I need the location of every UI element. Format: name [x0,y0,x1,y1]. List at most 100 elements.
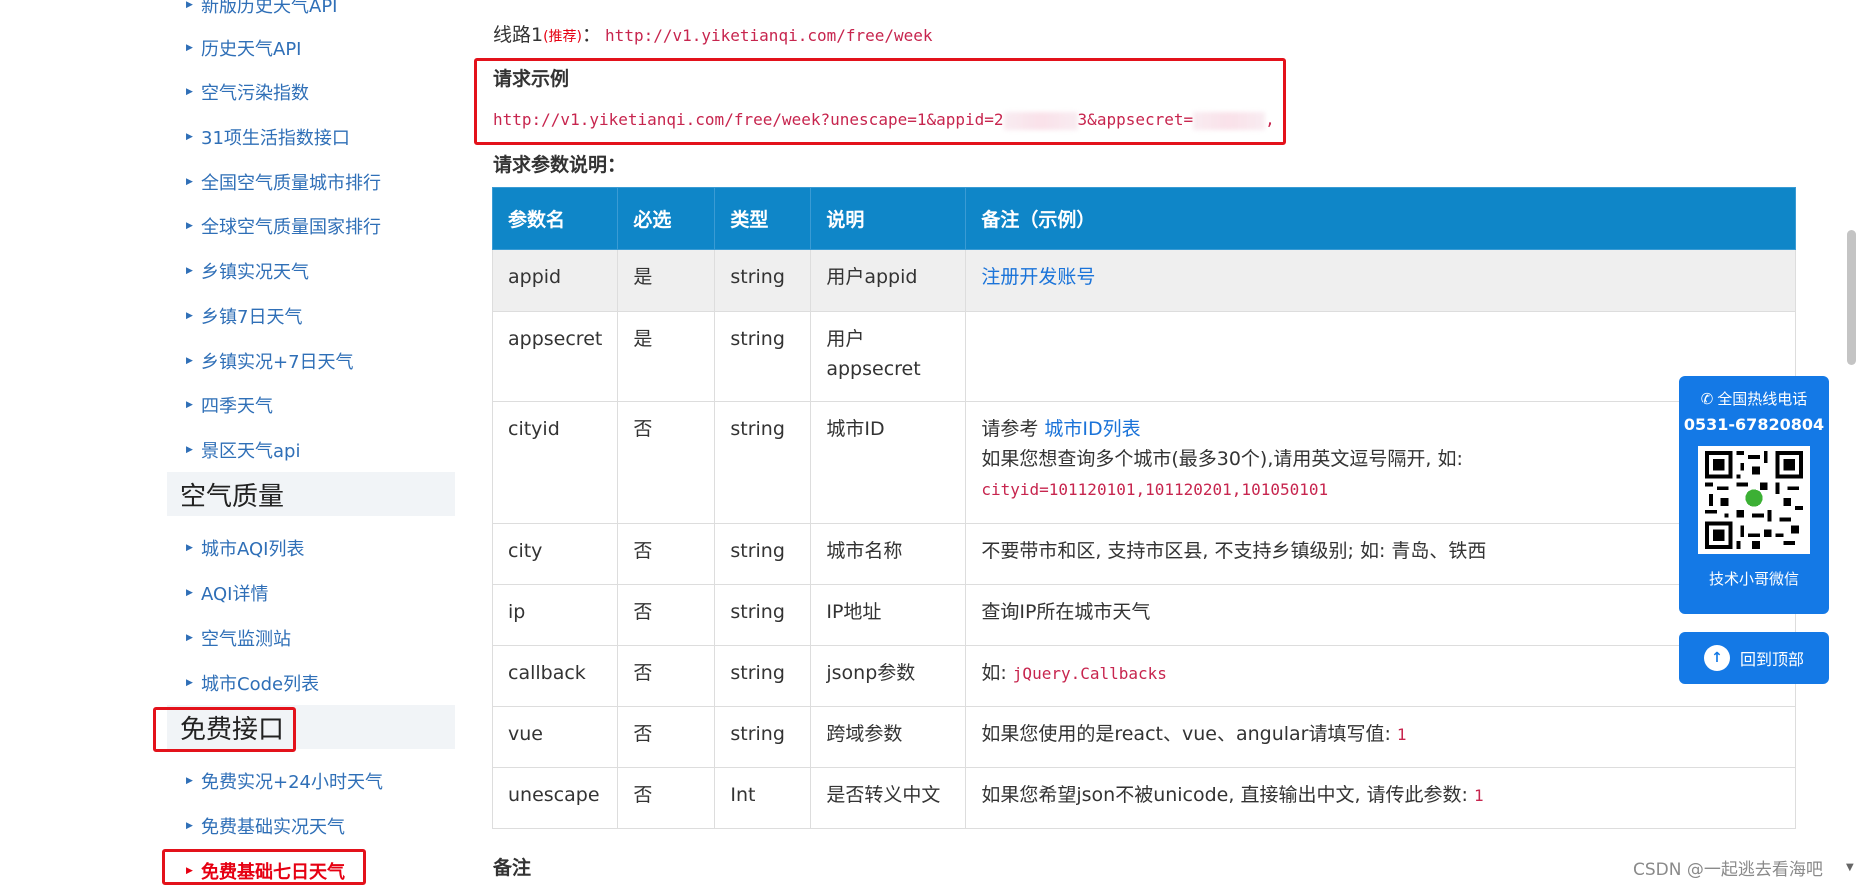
note-code: cityid=101120101,101120201,101050101 [981,480,1329,499]
caret-right-icon: ▶ [186,266,193,276]
note-text: 如果您希望json不被unicode, 直接输出中文, 请传此参数: [981,784,1474,806]
param-note: 注册开发账号 [965,249,1796,312]
table-header-cell: 备注（示例） [965,187,1796,250]
sidebar-item-label: 免费基础实况天气 [201,817,345,838]
sidebar-item-label: 全国空气质量城市排行 [201,173,381,194]
note-text: 如: [981,662,1013,684]
scroll-down-arrow-icon[interactable]: ▼ [1846,862,1854,873]
redacted-appsecret [1193,111,1266,130]
sidebar-item-label: 四季天气 [201,396,273,417]
register-account-link[interactable]: 注册开发账号 [981,266,1095,288]
param-note: 如: jQuery.Callbacks [965,645,1796,707]
note-text: 如果您使用的是react、vue、angular请填写值: [981,723,1397,745]
highlight-box-request-example [474,58,1286,145]
sidebar-item-aqi-detail[interactable]: ▶ AQI详情 [186,578,268,608]
sidebar-item-city-air-ranking[interactable]: ▶ 全国空气质量城市排行 [186,167,381,197]
caret-right-icon: ▶ [186,87,193,97]
sidebar-item-town-live-7day-weather[interactable]: ▶ 乡镇实况+7日天气 [186,346,354,376]
redacted-appid [1003,111,1078,130]
table-row: unescape 否 Int 是否转义中文 如果您希望json不被unicode… [491,767,1796,829]
recommended-tag: (推荐) [543,29,583,45]
sidebar-section-air-quality: 空气质量 [167,472,455,516]
param-desc: 跨域参数 [810,706,967,768]
sidebar-item-country-air-ranking[interactable]: ▶ 全球空气质量国家排行 [186,211,381,241]
sidebar-item-label: 历史天气API [201,39,302,60]
sidebar-item-city-code-list[interactable]: ▶ 城市Code列表 [186,668,319,698]
sidebar-item-label: 城市Code列表 [201,674,320,695]
sidebar-item-city-aqi-list[interactable]: ▶ 城市AQI列表 [186,533,304,563]
param-desc: 用户appid [810,249,967,312]
caret-right-icon: ▶ [186,43,193,53]
sidebar-item-season-weather[interactable]: ▶ 四季天气 [186,390,273,420]
table-row: appid 是 string 用户appid 注册开发账号 [491,249,1796,312]
table-row: ip 否 string IP地址 查询IP所在城市天气 [491,584,1796,646]
qr-code-icon [1705,451,1803,549]
caret-right-icon: ▶ [186,821,193,831]
sidebar-section-free-api: 免费接口 [167,705,455,749]
sidebar-item-label: 免费基础七日天气 [201,862,345,883]
param-required: 否 [617,706,716,768]
sidebar-item-town-7day-weather[interactable]: ▶ 乡镇7日天气 [186,301,302,331]
param-name: cityid [491,401,619,524]
caret-right-icon: ▶ [186,543,193,553]
csdn-watermark: CSDN @一起逃去看海吧 [1633,860,1823,880]
request-url-part: http://v1.yiketianqi.com/free/week?unesc… [493,110,1004,129]
param-type: string [714,523,812,585]
sidebar-item-town-live-weather[interactable]: ▶ 乡镇实况天气 [186,256,309,286]
sidebar-item-label: 空气污染指数 [201,83,309,104]
table-header-cell: 必选 [617,187,716,250]
caret-right-icon: ▶ [186,445,193,455]
scrollbar-thumb[interactable] [1847,230,1856,365]
route-label: 线路1 [493,24,544,46]
caret-right-icon: ▶ [186,177,193,187]
caret-right-icon: ▶ [186,0,193,10]
sidebar-item-label: 新版历史天气API [201,0,338,17]
caret-right-icon: ▶ [186,132,193,142]
sidebar-item-free-live-24h-weather[interactable]: ▶ 免费实况+24小时天气 [186,766,383,796]
arrow-up-icon: ↑ [1703,645,1730,671]
param-note [965,311,1796,402]
caret-right-icon: ▶ [186,311,193,321]
sidebar-item-label: 乡镇实况+7日天气 [201,352,354,373]
sidebar-item-free-basic-live-weather[interactable]: ▶ 免费基础实况天气 [186,811,345,841]
param-name: unescape [491,767,619,829]
main-content: 线路1 (推荐) ： http://v1.yiketianqi.com/free… [470,0,1850,885]
table-row: vue 否 string 跨域参数 如果您使用的是react、vue、angul… [491,706,1796,768]
sidebar-item-life-index[interactable]: ▶ 31项生活指数接口 [186,122,350,152]
sidebar-item-free-basic-7day-weather[interactable]: ▶ 免费基础七日天气 [186,856,345,885]
sidebar-item-new-history-weather-api[interactable]: ▶ 新版历史天气API [186,0,337,20]
table-row: appsecret 是 string 用户appsecret [491,311,1796,402]
sidebar-item-label: 乡镇7日天气 [201,307,303,328]
param-required: 否 [617,401,716,524]
param-required: 是 [617,311,716,402]
route-url: http://v1.yiketianqi.com/free/week [605,26,933,45]
caret-right-icon: ▶ [186,221,193,231]
caret-right-icon: ▶ [186,776,193,786]
sidebar-item-scenic-weather-api[interactable]: ▶ 景区天气api [186,435,300,465]
caret-right-icon: ▶ [186,678,193,688]
param-name: city [491,523,619,585]
param-required: 否 [617,645,716,707]
param-note: 请参考 城市ID列表 如果您想查询多个城市(最多30个),请用英文逗号隔开, 如… [965,401,1796,524]
route-colon: ： [582,24,602,46]
param-note: 如果您希望json不被unicode, 直接输出中文, 请传此参数: 1 [965,767,1796,829]
sidebar-item-label: 空气监测站 [201,629,291,650]
param-type: string [714,311,812,402]
page-scrollbar[interactable]: ▼ [1843,0,1860,885]
param-required: 是 [617,249,716,312]
param-type: string [714,401,812,524]
sidebar-item-air-pollution-index[interactable]: ▶ 空气污染指数 [186,77,309,107]
param-type: string [714,249,812,312]
phone-icon: ✆ [1700,389,1714,408]
param-desc: 是否转义中文 [810,767,967,829]
params-title: 请求参数说明： [493,154,627,176]
back-to-top-button[interactable]: ↑ 回到顶部 [1679,632,1829,684]
sidebar-item-air-monitor-station[interactable]: ▶ 空气监测站 [186,623,291,653]
param-required: 否 [617,523,716,585]
request-url-part: 3&appsecret= [1077,110,1194,129]
param-type: string [714,706,812,768]
param-note: 查询IP所在城市天气 [965,584,1796,646]
city-id-list-link[interactable]: 城市ID列表 [1044,418,1140,440]
sidebar-item-history-weather-api[interactable]: ▶ 历史天气API [186,33,301,63]
api-route-line: 线路1 (推荐) ： http://v1.yiketianqi.com/free… [493,20,933,47]
